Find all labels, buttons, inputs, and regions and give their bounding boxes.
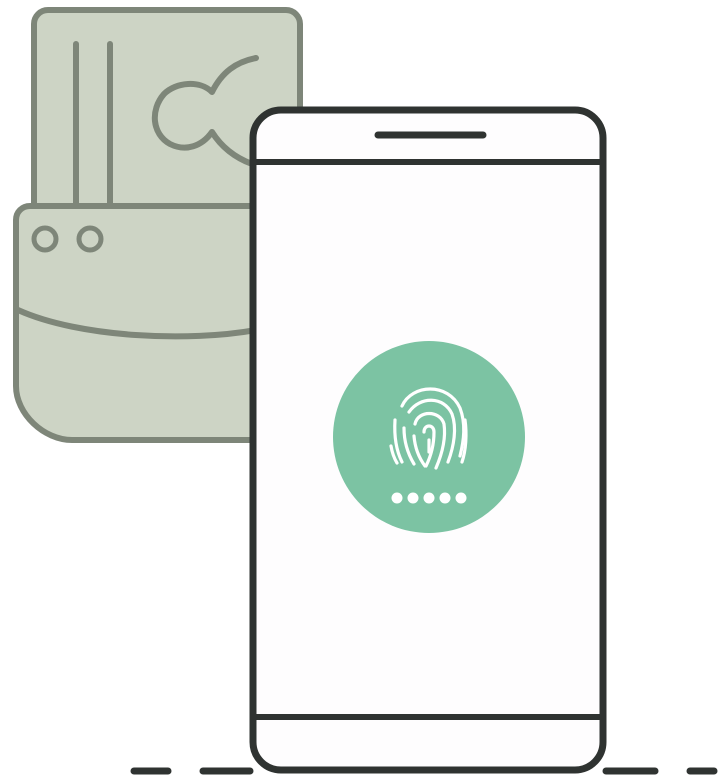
fingerprint-badge[interactable] (333, 341, 525, 533)
pin-dot (423, 492, 435, 504)
pin-dot (455, 492, 467, 504)
fingerprint-badge-circle[interactable] (333, 341, 525, 533)
pin-dot (391, 492, 403, 504)
illustration-scene (0, 0, 718, 775)
illustration-canvas (13, 7, 718, 775)
pin-dot (407, 492, 419, 504)
pin-dot (439, 492, 451, 504)
